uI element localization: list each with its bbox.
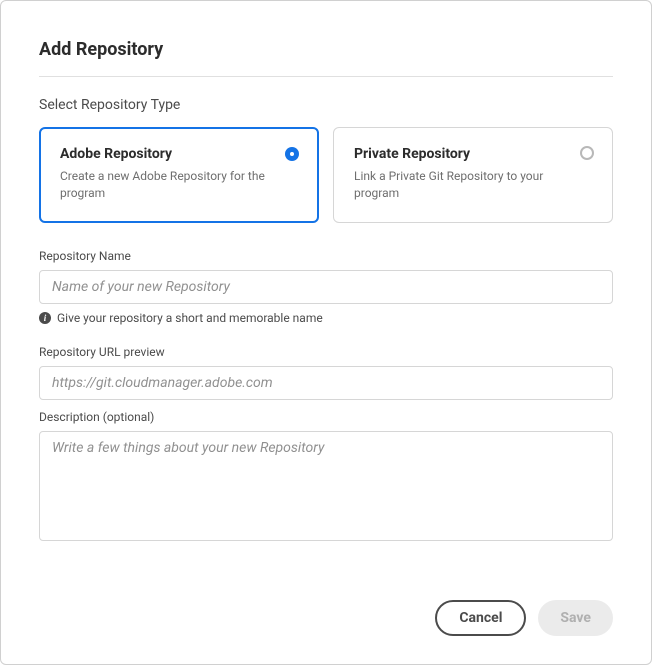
radio-unchecked-icon <box>580 146 594 160</box>
repo-url-input[interactable] <box>39 366 613 400</box>
repo-name-hint: Give your repository a short and memorab… <box>57 311 323 325</box>
private-repository-option[interactable]: Private Repository Link a Private Git Re… <box>333 127 613 223</box>
repo-name-hint-row: i Give your repository a short and memor… <box>39 311 613 325</box>
repo-description-field-group: Description (optional) <box>39 410 613 545</box>
cancel-button[interactable]: Cancel <box>435 600 526 636</box>
add-repository-dialog: Add Repository Select Repository Type Ad… <box>0 0 652 665</box>
dialog-button-row: Cancel Save <box>39 600 613 636</box>
divider <box>39 76 613 77</box>
repo-name-field-group: Repository Name i Give your repository a… <box>39 249 613 335</box>
radio-checked-icon <box>285 147 299 161</box>
repo-description-label: Description (optional) <box>39 410 613 424</box>
adobe-repository-option[interactable]: Adobe Repository Create a new Adobe Repo… <box>39 127 319 223</box>
info-icon: i <box>39 312 51 324</box>
private-repository-title: Private Repository <box>354 146 592 162</box>
repo-type-label: Select Repository Type <box>39 97 613 113</box>
adobe-repository-desc: Create a new Adobe Repository for the pr… <box>60 168 298 202</box>
private-repository-desc: Link a Private Git Repository to your pr… <box>354 168 592 202</box>
repo-type-options: Adobe Repository Create a new Adobe Repo… <box>39 127 613 223</box>
adobe-repository-title: Adobe Repository <box>60 146 298 162</box>
repo-description-input[interactable] <box>39 431 613 541</box>
repo-name-input[interactable] <box>39 270 613 304</box>
repo-name-label: Repository Name <box>39 249 613 263</box>
save-button[interactable]: Save <box>538 600 613 636</box>
dialog-title: Add Repository <box>39 39 613 60</box>
repo-url-label: Repository URL preview <box>39 345 613 359</box>
repo-url-field-group: Repository URL preview <box>39 345 613 400</box>
